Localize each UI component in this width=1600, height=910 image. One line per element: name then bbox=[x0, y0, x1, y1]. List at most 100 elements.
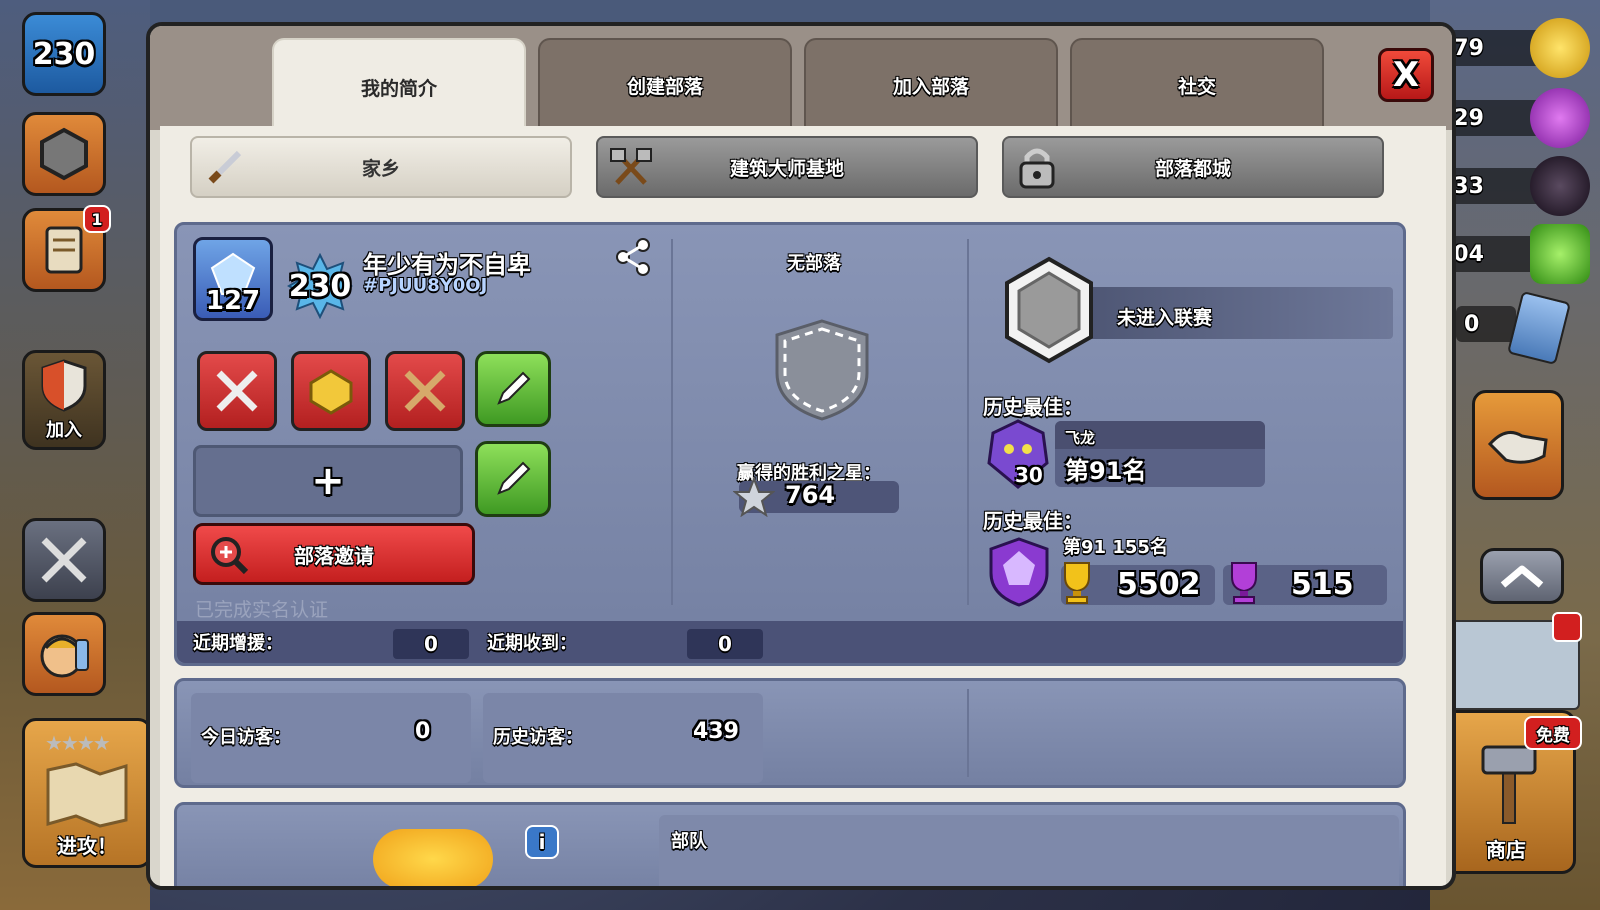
pencil-icon bbox=[497, 461, 531, 495]
subtab-home-village[interactable]: 家乡 bbox=[190, 136, 572, 198]
empty-clan-shield-icon bbox=[775, 319, 869, 421]
hexagon-icon bbox=[40, 127, 88, 181]
tab-label: 创建部落 bbox=[626, 75, 703, 98]
troops-received-value: 0 bbox=[687, 629, 763, 659]
troops-label: 部队 bbox=[671, 831, 707, 852]
divider bbox=[671, 239, 673, 605]
player-level-value: 230 bbox=[32, 36, 96, 72]
sword-icon bbox=[202, 144, 248, 190]
player-tag[interactable]: #PJUU8Y0OJ bbox=[363, 275, 487, 296]
info-icon[interactable]: i bbox=[525, 825, 559, 859]
builder-potion-counter: 0 bbox=[1456, 306, 1516, 342]
gem-icon bbox=[1530, 224, 1590, 284]
attack-button[interactable]: ★★★★ 进攻！ bbox=[22, 718, 152, 868]
war-stars-value: 764 bbox=[785, 481, 836, 509]
subtab-builder-base[interactable]: 建筑大师基地 bbox=[596, 136, 978, 198]
unranked-league-icon[interactable] bbox=[1001, 255, 1097, 365]
gold-cloud-decoration bbox=[373, 829, 493, 886]
subtab-label: 家乡 bbox=[361, 157, 400, 180]
today-visitors-value: 0 bbox=[415, 719, 431, 744]
builder-trophies-value: 515 bbox=[1291, 567, 1354, 602]
crossed-swords-icon bbox=[41, 537, 87, 583]
add-label-slot[interactable]: + bbox=[193, 445, 463, 517]
tab-label: 社交 bbox=[1177, 75, 1216, 98]
war-badge-slot[interactable] bbox=[197, 351, 277, 431]
dark-elixir-icon bbox=[1530, 156, 1590, 216]
pencil-icon bbox=[497, 371, 531, 405]
share-icon[interactable] bbox=[613, 237, 653, 277]
today-visitors-label: 今日访客： bbox=[201, 727, 291, 748]
lock-icon bbox=[1014, 144, 1060, 190]
free-badge: 免费 bbox=[1524, 716, 1582, 750]
league-emblem[interactable]: 127 bbox=[193, 237, 273, 321]
tab-bar: 我的简介 创建部落 加入部落 社交 X bbox=[150, 26, 1452, 134]
hammer-icon bbox=[1481, 745, 1537, 824]
invite-label: 部落邀请 bbox=[294, 543, 374, 568]
clan-shield-icon bbox=[41, 359, 87, 412]
news-notification-dot bbox=[1552, 612, 1582, 642]
builder-base-hex-button[interactable] bbox=[22, 112, 106, 196]
subtab-label: 建筑大师基地 bbox=[729, 157, 844, 180]
tab-create-clan[interactable]: 创建部落 bbox=[538, 38, 792, 130]
magnifier-icon bbox=[211, 537, 249, 575]
expand-up-button[interactable] bbox=[1480, 548, 1564, 604]
xp-level-badge: 230 bbox=[287, 253, 353, 319]
dragon-name: 飞龙 bbox=[1065, 429, 1096, 447]
tab-social[interactable]: 社交 bbox=[1070, 38, 1324, 130]
builder-potion-value: 0 bbox=[1464, 311, 1480, 337]
attack-label: 进攻！ bbox=[57, 834, 117, 858]
troops-card: i 部队 bbox=[174, 802, 1406, 886]
star-icon bbox=[733, 477, 775, 517]
visitors-card: 今日访客： 0 历史访客： 439 bbox=[174, 678, 1406, 788]
purple-trophy-icon bbox=[1231, 562, 1257, 604]
attack-badge-slot[interactable] bbox=[385, 351, 465, 431]
best-season-label: 历史最佳： bbox=[983, 395, 1083, 419]
task-notification-badge: 1 bbox=[83, 205, 111, 233]
close-button[interactable]: X bbox=[1378, 48, 1434, 102]
battle-log-button[interactable] bbox=[22, 518, 106, 602]
troops-header bbox=[659, 815, 1399, 886]
divider bbox=[967, 689, 969, 777]
scroll-icon bbox=[45, 226, 83, 274]
shop-label: 商店 bbox=[1486, 838, 1526, 862]
crossed-swords-badge-icon bbox=[216, 370, 258, 412]
troops-received-label: 近期收到： bbox=[487, 633, 577, 654]
tasks-button[interactable]: 1 bbox=[22, 205, 111, 292]
clan-invite-button[interactable]: 部落邀请 bbox=[193, 523, 475, 585]
player-level-badge[interactable]: 230 bbox=[22, 12, 106, 96]
edit-labels-button[interactable] bbox=[475, 441, 551, 517]
dragon-rank: 第91名 bbox=[1065, 457, 1147, 485]
gold-icon bbox=[1530, 18, 1590, 78]
elixir-icon bbox=[1530, 88, 1590, 148]
no-clan-label: 无部落 bbox=[787, 253, 841, 274]
map-icon bbox=[46, 762, 128, 828]
troops-donated-value: 0 bbox=[393, 629, 469, 659]
troops-button[interactable] bbox=[22, 612, 106, 696]
edit-badges-button[interactable] bbox=[475, 351, 551, 427]
axes-icon bbox=[608, 144, 654, 190]
legend-rank: 第91 155名 bbox=[1063, 537, 1168, 558]
total-visitors-label: 历史访客： bbox=[493, 727, 583, 748]
tab-my-profile[interactable]: 我的简介 bbox=[272, 38, 526, 134]
subtab-clan-capital[interactable]: 部落都城 bbox=[1002, 136, 1384, 198]
crown-badge-icon bbox=[309, 369, 353, 415]
verification-status: 已完成实名认证 bbox=[195, 599, 329, 621]
barbarian-icon bbox=[40, 634, 89, 678]
join-label: 加入 bbox=[46, 420, 82, 441]
troops-donated-label: 近期增援： bbox=[193, 633, 283, 654]
profile-content: 家乡 建筑大师基地 部落都城 127 230 年少有为不自卑 #PJUU8Y0O… bbox=[160, 126, 1446, 886]
legend-league-icon bbox=[989, 537, 1049, 607]
league-name: 未进入联赛 bbox=[1117, 307, 1213, 329]
profile-window: 我的简介 创建部落 加入部落 社交 X 家乡 建筑大师基地 部落都城 127 2… bbox=[146, 22, 1456, 890]
total-visitors-value: 439 bbox=[693, 719, 739, 744]
gold-trophy-icon bbox=[1064, 562, 1090, 604]
tab-join-clan[interactable]: 加入部落 bbox=[804, 38, 1058, 130]
tab-label: 我的简介 bbox=[360, 77, 437, 100]
friendly-challenge-button[interactable] bbox=[1472, 390, 1564, 500]
chevron-up-icon bbox=[1500, 565, 1544, 588]
handshake-icon bbox=[1487, 430, 1548, 464]
attack-stars-icon: ★★★★ bbox=[45, 731, 111, 755]
trophy-badge-slot[interactable] bbox=[291, 351, 371, 431]
subtab-label: 部落都城 bbox=[1154, 157, 1231, 180]
join-clan-button[interactable]: 加入 bbox=[22, 350, 106, 450]
